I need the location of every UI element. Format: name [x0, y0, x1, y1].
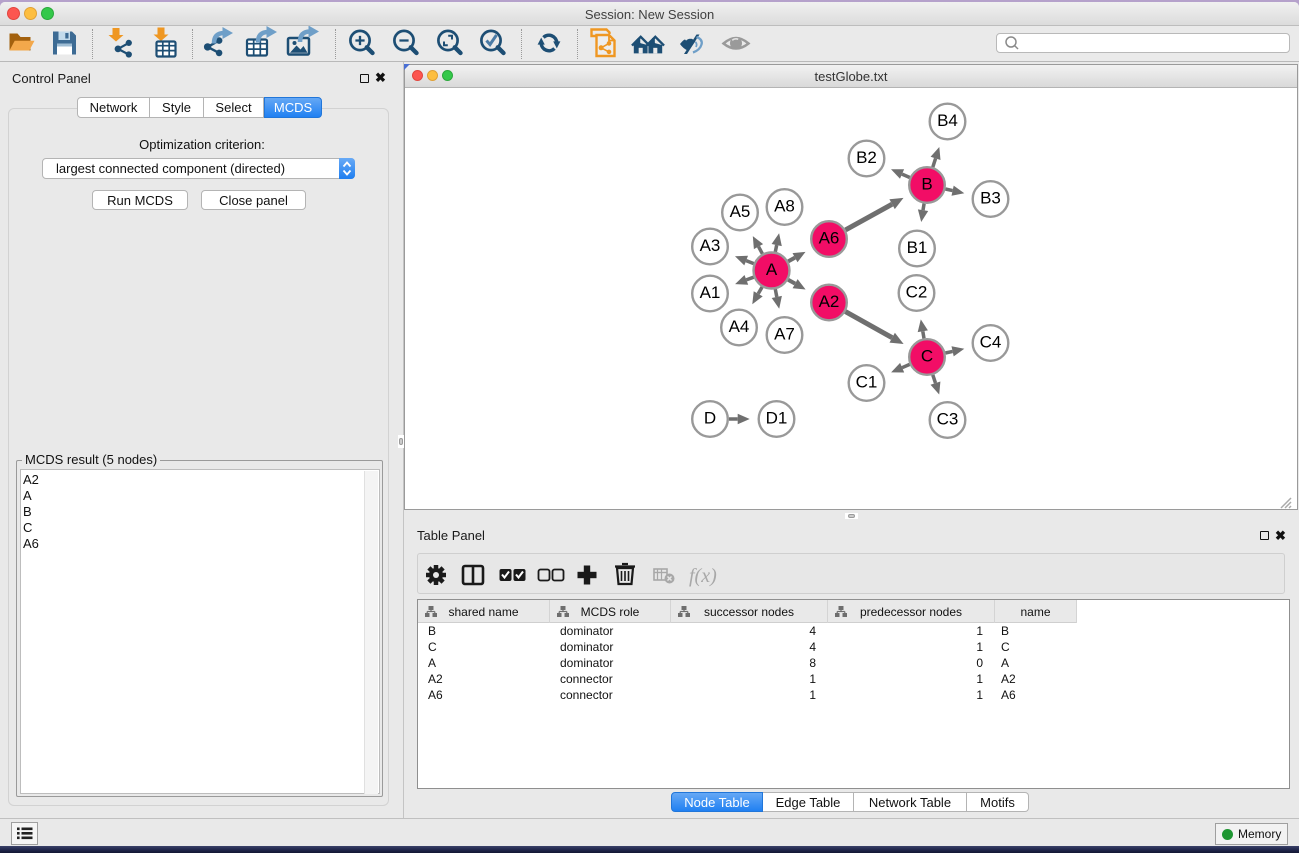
svg-text:A1: A1 [700, 283, 721, 302]
svg-text:A3: A3 [700, 236, 721, 255]
svg-text:A6: A6 [819, 229, 840, 248]
svg-text:B: B [921, 175, 932, 194]
svg-text:f(x): f(x) [689, 565, 717, 587]
svg-text:B1: B1 [907, 238, 928, 257]
svg-text:A5: A5 [730, 202, 751, 221]
svg-text:C1: C1 [856, 373, 878, 392]
svg-text:A7: A7 [774, 325, 795, 344]
svg-text:D1: D1 [766, 409, 788, 428]
svg-text:A2: A2 [819, 292, 840, 311]
svg-text:A: A [766, 260, 778, 279]
svg-text:A8: A8 [774, 197, 795, 216]
svg-text:C4: C4 [980, 333, 1002, 352]
svg-text:B3: B3 [980, 189, 1001, 208]
svg-text:C3: C3 [937, 410, 959, 429]
svg-text:D: D [704, 409, 716, 428]
svg-text:B2: B2 [856, 148, 877, 167]
svg-text:C2: C2 [906, 283, 928, 302]
svg-text:A4: A4 [729, 317, 750, 336]
svg-text:C: C [921, 347, 933, 366]
svg-text:B4: B4 [937, 111, 958, 130]
